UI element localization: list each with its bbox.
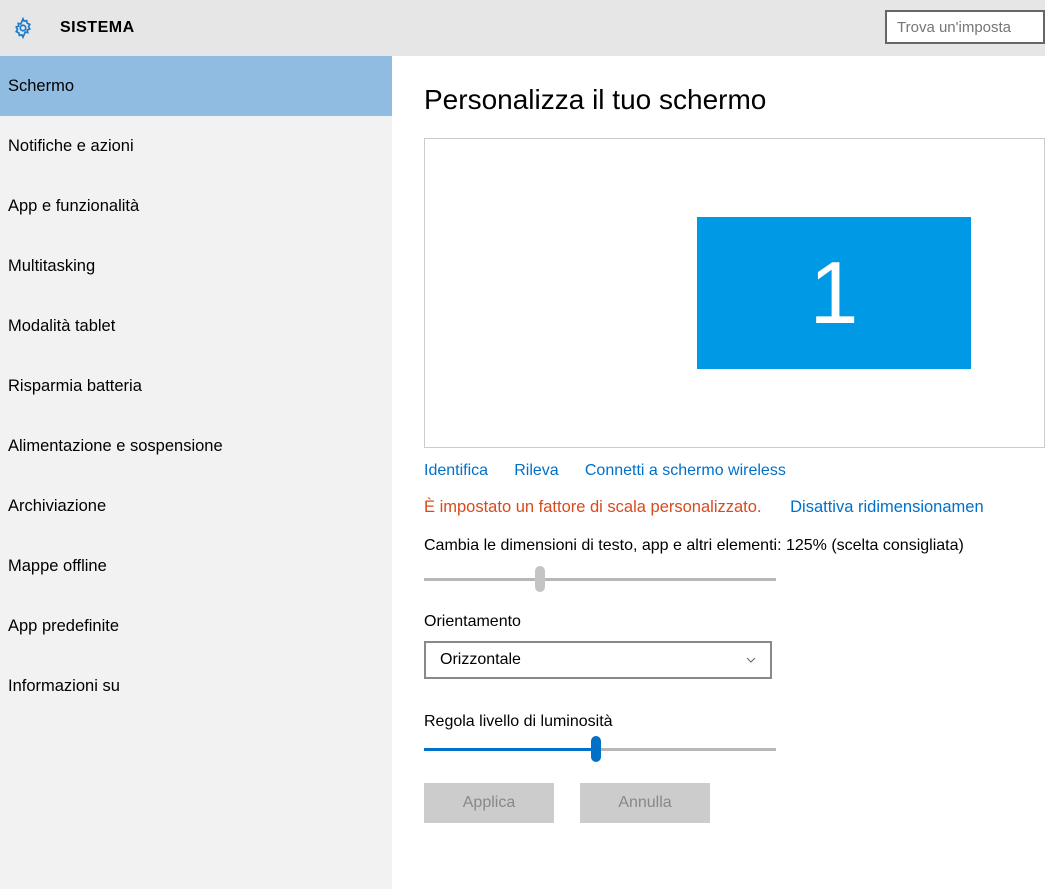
sidebar-item-label: Schermo [8, 77, 74, 96]
sidebar-item-label: App predefinite [8, 617, 119, 636]
display-links: Identifica Rileva Connetti a schermo wir… [424, 462, 1045, 480]
sidebar-item-label: Risparmia batteria [8, 377, 142, 396]
header-title: SISTEMA [60, 19, 135, 37]
sidebar-item-1[interactable]: Notifiche e azioni [0, 116, 392, 176]
scale-slider[interactable] [424, 571, 776, 589]
sidebar-item-7[interactable]: Archiviazione [0, 476, 392, 536]
sidebar-item-10[interactable]: Informazioni su [0, 656, 392, 716]
slider-thumb[interactable] [535, 566, 545, 592]
orientation-select[interactable]: Orizzontale [424, 641, 772, 679]
sidebar-item-4[interactable]: Modalità tablet [0, 296, 392, 356]
connect-wireless-link[interactable]: Connetti a schermo wireless [585, 462, 786, 479]
gear-icon [12, 17, 34, 39]
sidebar-item-0[interactable]: Schermo [0, 56, 392, 116]
sidebar-item-3[interactable]: Multitasking [0, 236, 392, 296]
search-input[interactable] [885, 10, 1045, 44]
sidebar-item-label: Multitasking [8, 257, 95, 276]
sidebar: Schermo Notifiche e azioni App e funzional… [0, 56, 392, 889]
sidebar-item-label: Informazioni su [8, 677, 120, 696]
monitor-tile-1[interactable]: 1 [697, 217, 971, 369]
button-row: Applica Annulla [424, 783, 1045, 823]
sidebar-item-label: Alimentazione e sospensione [8, 437, 223, 456]
sidebar-item-5[interactable]: Risparmia batteria [0, 356, 392, 416]
scale-label: Cambia le dimensioni di testo, app e alt… [424, 537, 1045, 555]
header: SISTEMA [0, 0, 1045, 56]
page-heading: Personalizza il tuo schermo [424, 84, 1045, 116]
sidebar-item-label: App e funzionalità [8, 197, 139, 216]
monitor-number: 1 [810, 242, 859, 344]
sidebar-item-2[interactable]: App e funzionalità [0, 176, 392, 236]
sidebar-item-label: Mappe offline [8, 557, 107, 576]
orientation-label: Orientamento [424, 613, 1045, 631]
apply-button[interactable]: Applica [424, 783, 554, 823]
display-arrangement-box[interactable]: 1 [424, 138, 1045, 448]
sidebar-item-6[interactable]: Alimentazione e sospensione [0, 416, 392, 476]
brightness-slider[interactable] [424, 741, 776, 759]
sidebar-item-label: Modalità tablet [8, 317, 115, 336]
chevron-down-icon [744, 653, 758, 667]
sidebar-item-label: Notifiche e azioni [8, 137, 134, 156]
orientation-value: Orizzontale [440, 651, 521, 669]
sidebar-item-8[interactable]: Mappe offline [0, 536, 392, 596]
content: Personalizza il tuo schermo 1 Identifica… [392, 56, 1045, 889]
scale-warning-row: È impostato un fattore di scala personal… [424, 498, 1045, 517]
scale-warning-text: È impostato un fattore di scala personal… [424, 498, 762, 516]
sidebar-item-label: Archiviazione [8, 497, 106, 516]
disable-scaling-link[interactable]: Disattiva ridimensionamen [790, 498, 984, 516]
slider-thumb[interactable] [591, 736, 601, 762]
identify-link[interactable]: Identifica [424, 462, 488, 479]
sidebar-item-9[interactable]: App predefinite [0, 596, 392, 656]
brightness-label: Regola livello di luminosità [424, 713, 1045, 731]
detect-link[interactable]: Rileva [514, 462, 558, 479]
cancel-button[interactable]: Annulla [580, 783, 710, 823]
